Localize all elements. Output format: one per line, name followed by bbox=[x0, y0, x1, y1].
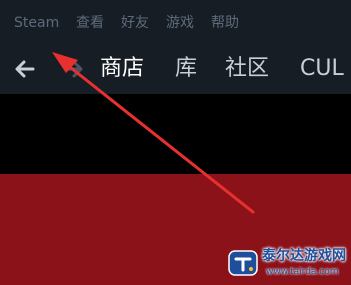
tab-username[interactable]: CUL bbox=[300, 55, 344, 83]
menu-item-steam[interactable]: Steam bbox=[14, 14, 59, 32]
watermark: 泰尔达游戏网 www.tairda.com bbox=[222, 222, 351, 285]
watermark-title: 泰尔达游戏网 bbox=[262, 248, 346, 264]
watermark-url: www.tairda.com bbox=[266, 267, 339, 277]
forward-arrow-icon[interactable] bbox=[60, 56, 86, 82]
watermark-logo-icon bbox=[228, 248, 258, 278]
menu-item-help[interactable]: 帮助 bbox=[211, 14, 239, 32]
tab-store[interactable]: 商店 bbox=[100, 55, 144, 83]
menu-bar: Steam 查看 好友 游戏 帮助 bbox=[0, 0, 351, 46]
tab-library[interactable]: 库 bbox=[175, 55, 197, 83]
menu-item-view[interactable]: 查看 bbox=[76, 14, 104, 32]
back-arrow-icon[interactable] bbox=[12, 56, 38, 82]
navigation-bar: 商店 库 社区 CUL bbox=[0, 46, 351, 94]
menu-item-games[interactable]: 游戏 bbox=[166, 14, 194, 32]
menu-item-friends[interactable]: 好友 bbox=[121, 14, 149, 32]
store-banner-top bbox=[0, 94, 351, 174]
tab-community[interactable]: 社区 bbox=[225, 55, 269, 83]
